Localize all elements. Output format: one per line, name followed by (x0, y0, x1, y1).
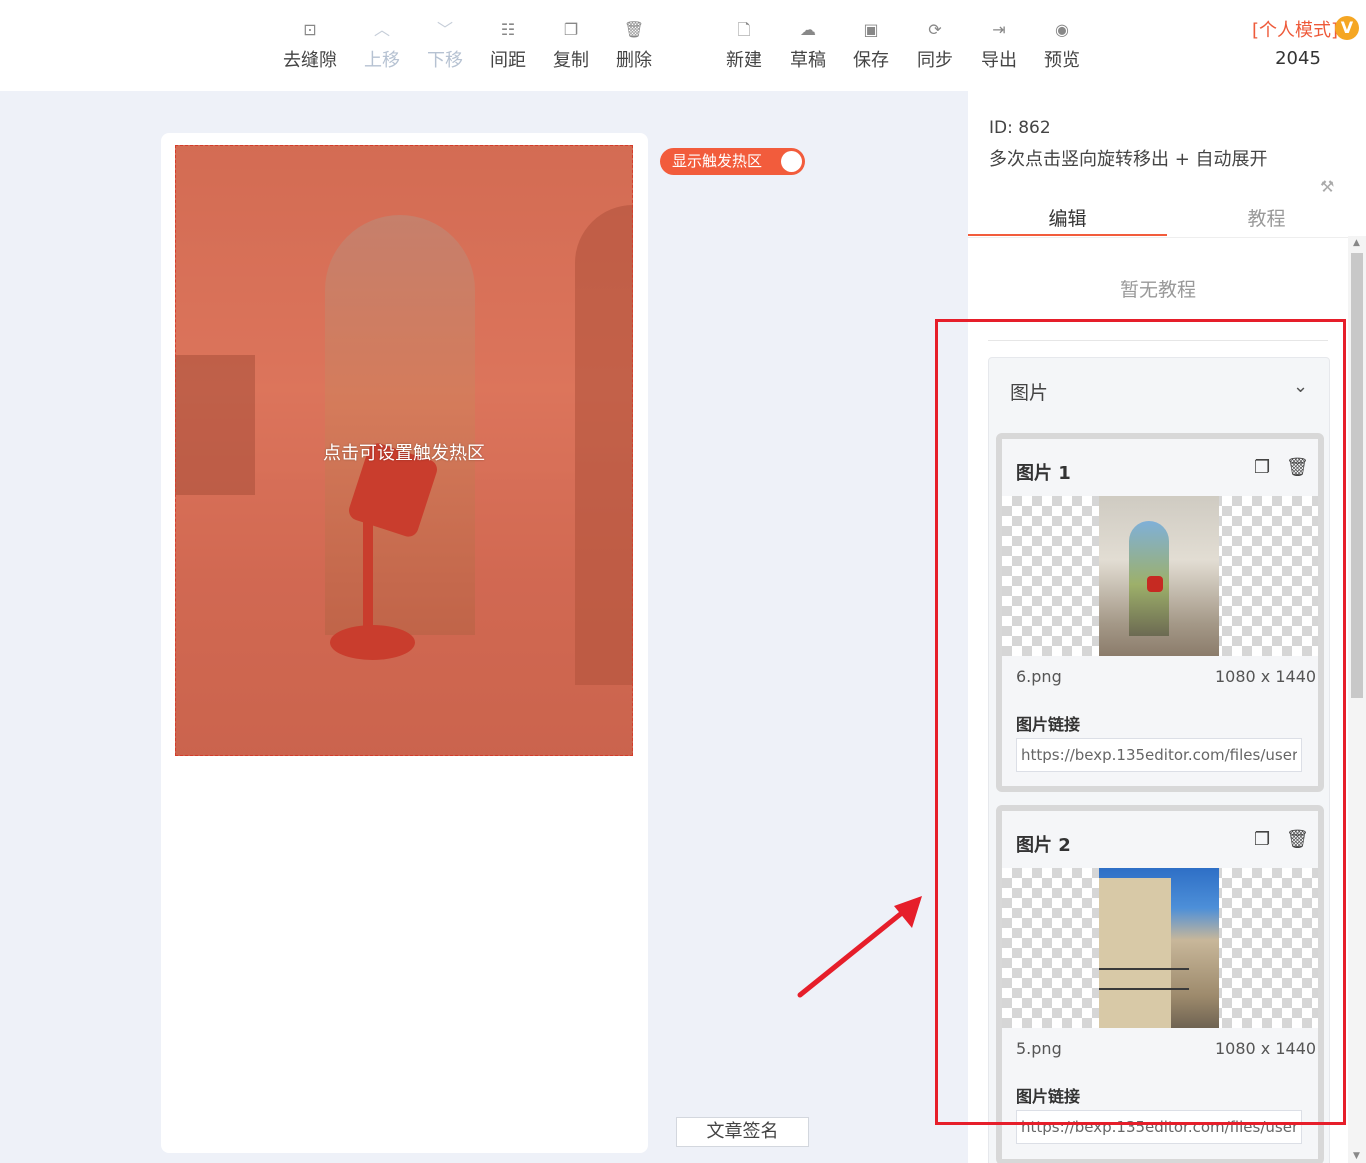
tab-edit[interactable]: 编辑 (968, 204, 1167, 231)
article-signature-button[interactable]: 文章签名 (676, 1117, 809, 1147)
eye-icon: ◉ (1055, 20, 1069, 39)
save-button[interactable]: ▣ 保存 (836, 18, 906, 72)
hotzone-hint: 点击可设置触发热区 (323, 443, 485, 464)
trash-icon: 🗑 (623, 20, 645, 39)
move-down-button[interactable]: ﹀ 下移 (410, 18, 480, 72)
toggle-label: 显示触发热区 (672, 152, 763, 170)
sync-button[interactable]: ⟳ 同步 (900, 18, 970, 72)
active-tab-indicator (968, 234, 1167, 236)
panel-tabs: 编辑 教程 (968, 194, 1366, 238)
annotation-box (935, 319, 1346, 1125)
toggle-knob (781, 151, 802, 172)
delete-button[interactable]: 🗑 删除 (599, 18, 669, 72)
copy-button[interactable]: ❐ 复制 (536, 18, 606, 72)
remove-gap-button[interactable]: ⊡ 去缝隙 (275, 18, 345, 72)
export-icon: ⇥ (992, 20, 1006, 39)
new-file-icon: 🗋 (737, 20, 751, 39)
move-up-button[interactable]: ︿ 上移 (347, 18, 417, 72)
scrollbar-thumb[interactable] (1351, 253, 1363, 698)
template-name: 多次点击竖向旋转移出 + 自动展开 (989, 149, 1268, 170)
vip-badge-icon: V (1335, 16, 1359, 40)
scroll-down-icon[interactable]: ▼ (1353, 1151, 1360, 1161)
chevron-up-icon: ︿ (373, 20, 390, 39)
scroll-up-icon[interactable]: ▲ (1353, 238, 1360, 248)
cloud-icon: ☁ (800, 20, 816, 39)
spacing-button[interactable]: ☷ 间距 (473, 18, 543, 72)
copy-icon: ❐ (563, 20, 579, 39)
spacing-icon: ☷ (500, 20, 516, 39)
export-button[interactable]: ⇥ 导出 (964, 18, 1034, 72)
grid-icon: ⊡ (303, 20, 317, 39)
show-hotzone-toggle[interactable]: 显示触发热区 (660, 148, 805, 175)
template-id: ID: 862 (989, 118, 1051, 138)
top-toolbar: ⊡ 去缝隙 ︿ 上移 ﹀ 下移 ☷ 间距 ❐ 复制 🗑 删除 🗋 新建 ☁ 草稿… (0, 0, 1366, 91)
new-button[interactable]: 🗋 新建 (709, 18, 779, 72)
user-count: 2045 (1275, 48, 1321, 69)
preview-button[interactable]: ◉ 预览 (1027, 18, 1097, 72)
chevron-down-icon: ﹀ (436, 20, 453, 39)
hotzone-image[interactable]: 点击可设置触发热区 (175, 145, 633, 756)
empty-tutorial-text: 暂无教程 (1119, 279, 1196, 301)
annotation-arrow (797, 896, 922, 998)
sync-icon: ⟳ (928, 20, 942, 39)
save-icon: ▣ (863, 20, 879, 39)
draft-button[interactable]: ☁ 草稿 (773, 18, 843, 72)
personal-mode-link[interactable]: [个人模式] (1252, 16, 1338, 42)
tab-tutorial[interactable]: 教程 (1167, 204, 1366, 231)
